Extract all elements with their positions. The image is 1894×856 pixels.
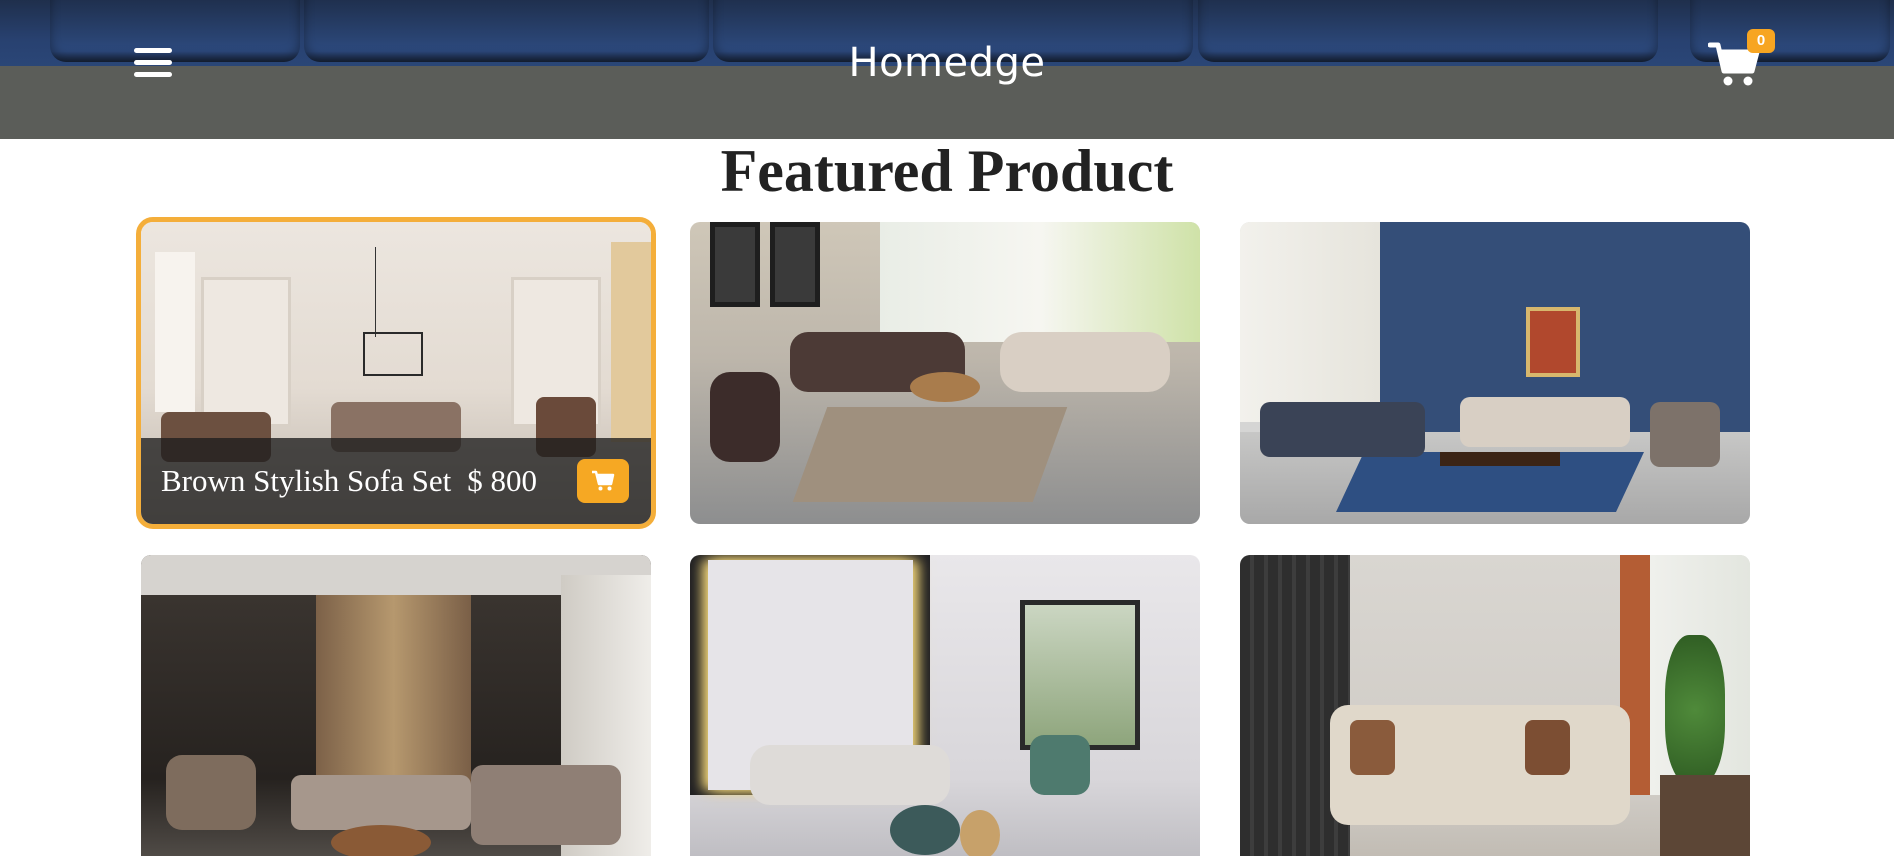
- product-image-6: [1240, 555, 1750, 856]
- product-name: Brown Stylish Sofa Set: [161, 463, 452, 498]
- product-card-6[interactable]: [1240, 555, 1750, 856]
- product-image-5: [690, 555, 1200, 856]
- site-header: Homedge 0: [0, 0, 1894, 139]
- product-price: $ 800: [467, 463, 537, 498]
- cart-count-badge: 0: [1747, 29, 1775, 53]
- product-image-2: [690, 222, 1200, 524]
- add-to-cart-button[interactable]: [577, 459, 629, 503]
- product-caption: Brown Stylish Sofa Set $ 800: [141, 438, 651, 524]
- product-image-3: [1240, 222, 1750, 524]
- brand-logo[interactable]: Homedge: [0, 40, 1894, 86]
- product-card-2[interactable]: [690, 222, 1200, 524]
- shopping-cart-icon: [592, 470, 615, 491]
- product-card-4[interactable]: [141, 555, 651, 856]
- section-title: Featured Product: [720, 138, 1174, 204]
- product-image-4: [141, 555, 651, 856]
- product-card-3[interactable]: [1240, 222, 1750, 524]
- product-card-5[interactable]: [690, 555, 1200, 856]
- product-card-1[interactable]: Brown Stylish Sofa Set $ 800: [136, 217, 656, 529]
